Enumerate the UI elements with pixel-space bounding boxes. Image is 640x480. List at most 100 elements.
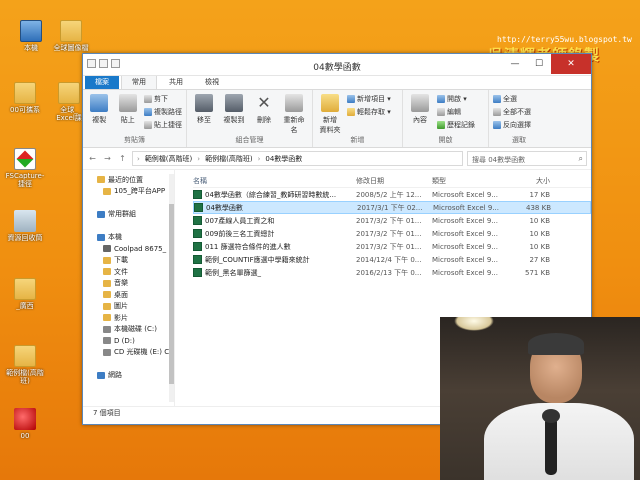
- address-bar[interactable]: › 範例檔(高階班) › 範例檔(高階班) › 04數學函數: [132, 151, 463, 166]
- column-date[interactable]: 修改日期: [356, 176, 432, 186]
- copy-to-button[interactable]: 複製到: [221, 94, 247, 135]
- file-date: 2017/3/2 下午 01...: [356, 216, 422, 225]
- column-type[interactable]: 類型: [432, 176, 510, 186]
- close-button[interactable]: ✕: [551, 54, 591, 74]
- file-row[interactable]: 04數學函數（綜合練習_教師研習時數統... 2008/5/2 上午 12... M…: [193, 188, 591, 201]
- file-row[interactable]: 011 篩選符合條件的進人數 2017/3/2 下午 01... Microsoft…: [193, 240, 591, 253]
- nav-item[interactable]: 本機磁碟 (C:): [83, 324, 174, 336]
- folder-icon: [103, 256, 111, 264]
- edit-button[interactable]: 編輯: [437, 107, 475, 117]
- select-all-button[interactable]: 全選: [493, 94, 531, 104]
- file-row[interactable]: 範例_COUNTIF應選中學籍來統計 2014/12/4 下午 0... Micro…: [193, 253, 591, 266]
- folder-icon: [14, 278, 36, 300]
- properties-button[interactable]: 內容: [407, 94, 433, 135]
- nav-scrollbar[interactable]: [169, 174, 174, 402]
- breadcrumb-segment-1[interactable]: 範例檔(高階班): [145, 154, 192, 164]
- file-row[interactable]: 007產線人員工資之和 2017/3/2 下午 01... Microsoft Ex…: [193, 214, 591, 227]
- desktop-icon[interactable]: 資源回收筒: [2, 210, 48, 242]
- pc-icon: [20, 20, 42, 42]
- folder-icon: [60, 20, 82, 42]
- nav-item: [83, 197, 174, 209]
- nav-item[interactable]: 音樂: [83, 278, 174, 290]
- excel-file-icon: [193, 268, 202, 277]
- paste-button[interactable]: 貼上: [116, 94, 141, 135]
- desktop-icon[interactable]: _廣西: [2, 278, 48, 310]
- drive-icon: [103, 325, 111, 333]
- nav-item[interactable]: 圖片: [83, 301, 174, 313]
- search-input[interactable]: 搜尋 04數學函數 ⌕: [467, 151, 587, 166]
- file-size: 27 KB: [529, 255, 550, 264]
- file-row[interactable]: 009前後三名工資總計 2017/3/2 下午 01... Microsoft Ex…: [193, 227, 591, 240]
- nav-item[interactable]: 影片: [83, 312, 174, 324]
- folder-icon: [321, 94, 339, 112]
- invert-selection-button[interactable]: 反向選擇: [493, 120, 531, 130]
- nav-item[interactable]: Coolpad 8675_: [83, 243, 174, 255]
- file-date: 2014/12/4 下午 0...: [356, 255, 422, 264]
- nav-item[interactable]: 本機: [83, 232, 174, 244]
- file-type: Microsoft Excel 9...: [432, 242, 498, 251]
- excel-file-icon: [193, 255, 202, 264]
- nav-item[interactable]: 下載: [83, 255, 174, 267]
- nav-item[interactable]: CD 光碟機 (E:) C: [83, 347, 174, 359]
- rename-button[interactable]: 重新命名: [281, 94, 307, 135]
- paste-shortcut-button[interactable]: 貼上捷徑: [144, 120, 182, 130]
- desktop-icon[interactable]: FSCapture- 捷徑: [2, 148, 48, 188]
- tab-view[interactable]: 檢視: [195, 75, 229, 89]
- back-arrow-icon[interactable]: ←: [87, 154, 98, 163]
- nav-item[interactable]: 網路: [83, 370, 174, 382]
- minimize-button[interactable]: —: [503, 54, 527, 74]
- nav-item[interactable]: 105_跨平台APP: [83, 186, 174, 198]
- folder-icon: [103, 187, 111, 195]
- up-arrow-icon[interactable]: ↑: [117, 154, 128, 163]
- desktop-icon[interactable]: 00可攜系: [2, 82, 48, 114]
- copy-path-button[interactable]: 複製路徑: [144, 107, 182, 117]
- move-to-button[interactable]: 移至: [191, 94, 217, 135]
- new-item-button[interactable]: 新增項目 ▾: [347, 94, 391, 104]
- file-name: 範例_黑名單篩選_: [205, 268, 261, 277]
- file-type: Microsoft Excel 9...: [432, 268, 498, 277]
- nav-item-recent[interactable]: 最近的位置: [83, 174, 174, 186]
- forward-arrow-icon[interactable]: →: [102, 154, 113, 163]
- easy-access-icon: [347, 108, 355, 116]
- scrollbar-thumb[interactable]: [169, 204, 174, 384]
- file-row[interactable]: 04數學函數 2017/3/1 下午 02... Microsoft Excel 9…: [193, 201, 591, 214]
- file-size: 438 KB: [526, 203, 551, 212]
- desktop-icon[interactable]: 範例檔(高階班): [2, 345, 48, 385]
- nav-item[interactable]: 文件: [83, 266, 174, 278]
- search-icon: ⌕: [578, 154, 583, 163]
- breadcrumb-segment-2[interactable]: 範例檔(高階班): [205, 154, 252, 164]
- title-bar[interactable]: 04數學函數 — ☐ ✕: [83, 54, 591, 76]
- maximize-button[interactable]: ☐: [527, 54, 551, 74]
- watermark-url: http://terry55wu.blogspot.tw: [497, 35, 632, 44]
- tab-home[interactable]: 常用: [121, 74, 157, 89]
- desktop-icon-label: 00: [20, 432, 30, 440]
- nav-item[interactable]: 常用群組: [83, 209, 174, 221]
- desktop-icon[interactable]: 全球圖像檔: [48, 20, 94, 52]
- delete-button[interactable]: ✕ 刪除: [251, 94, 277, 135]
- chevron-right-icon: ›: [257, 154, 261, 163]
- nav-item[interactable]: 桌面: [83, 289, 174, 301]
- presenter-hair: [528, 333, 584, 355]
- new-folder-button[interactable]: 新增 資料夾: [317, 94, 343, 135]
- history-button[interactable]: 歷程記錄: [437, 120, 475, 130]
- cut-button[interactable]: 剪下: [144, 94, 182, 104]
- select-none-button[interactable]: 全部不選: [493, 107, 531, 117]
- nav-item[interactable]: D (D:): [83, 335, 174, 347]
- tab-share[interactable]: 共用: [159, 75, 193, 89]
- tab-file[interactable]: 檔案: [85, 75, 119, 89]
- address-row: ← → ↑ › 範例檔(高階班) › 範例檔(高階班) › 04數學函數 搜尋 …: [83, 148, 591, 170]
- folder-icon: [14, 345, 36, 367]
- file-type: Microsoft Excel 9...: [432, 190, 498, 199]
- file-row[interactable]: 範例_黑名單篩選_ 2016/2/13 下午 0... Microsoft Exce…: [193, 266, 591, 279]
- copy-button[interactable]: 複製: [87, 94, 112, 135]
- open-button[interactable]: 開啟 ▾: [437, 94, 475, 104]
- desktop-icon[interactable]: 00: [2, 408, 48, 440]
- folder-icon: [103, 268, 111, 276]
- file-type: Microsoft Excel 9...: [432, 216, 498, 225]
- column-name[interactable]: 名稱: [193, 176, 356, 186]
- file-date: 2016/2/13 下午 0...: [356, 268, 422, 277]
- breadcrumb-segment-3[interactable]: 04數學函數: [265, 154, 302, 164]
- column-size[interactable]: 大小: [510, 176, 550, 186]
- easy-access-button[interactable]: 輕鬆存取 ▾: [347, 107, 391, 117]
- folder-icon: [103, 279, 111, 287]
